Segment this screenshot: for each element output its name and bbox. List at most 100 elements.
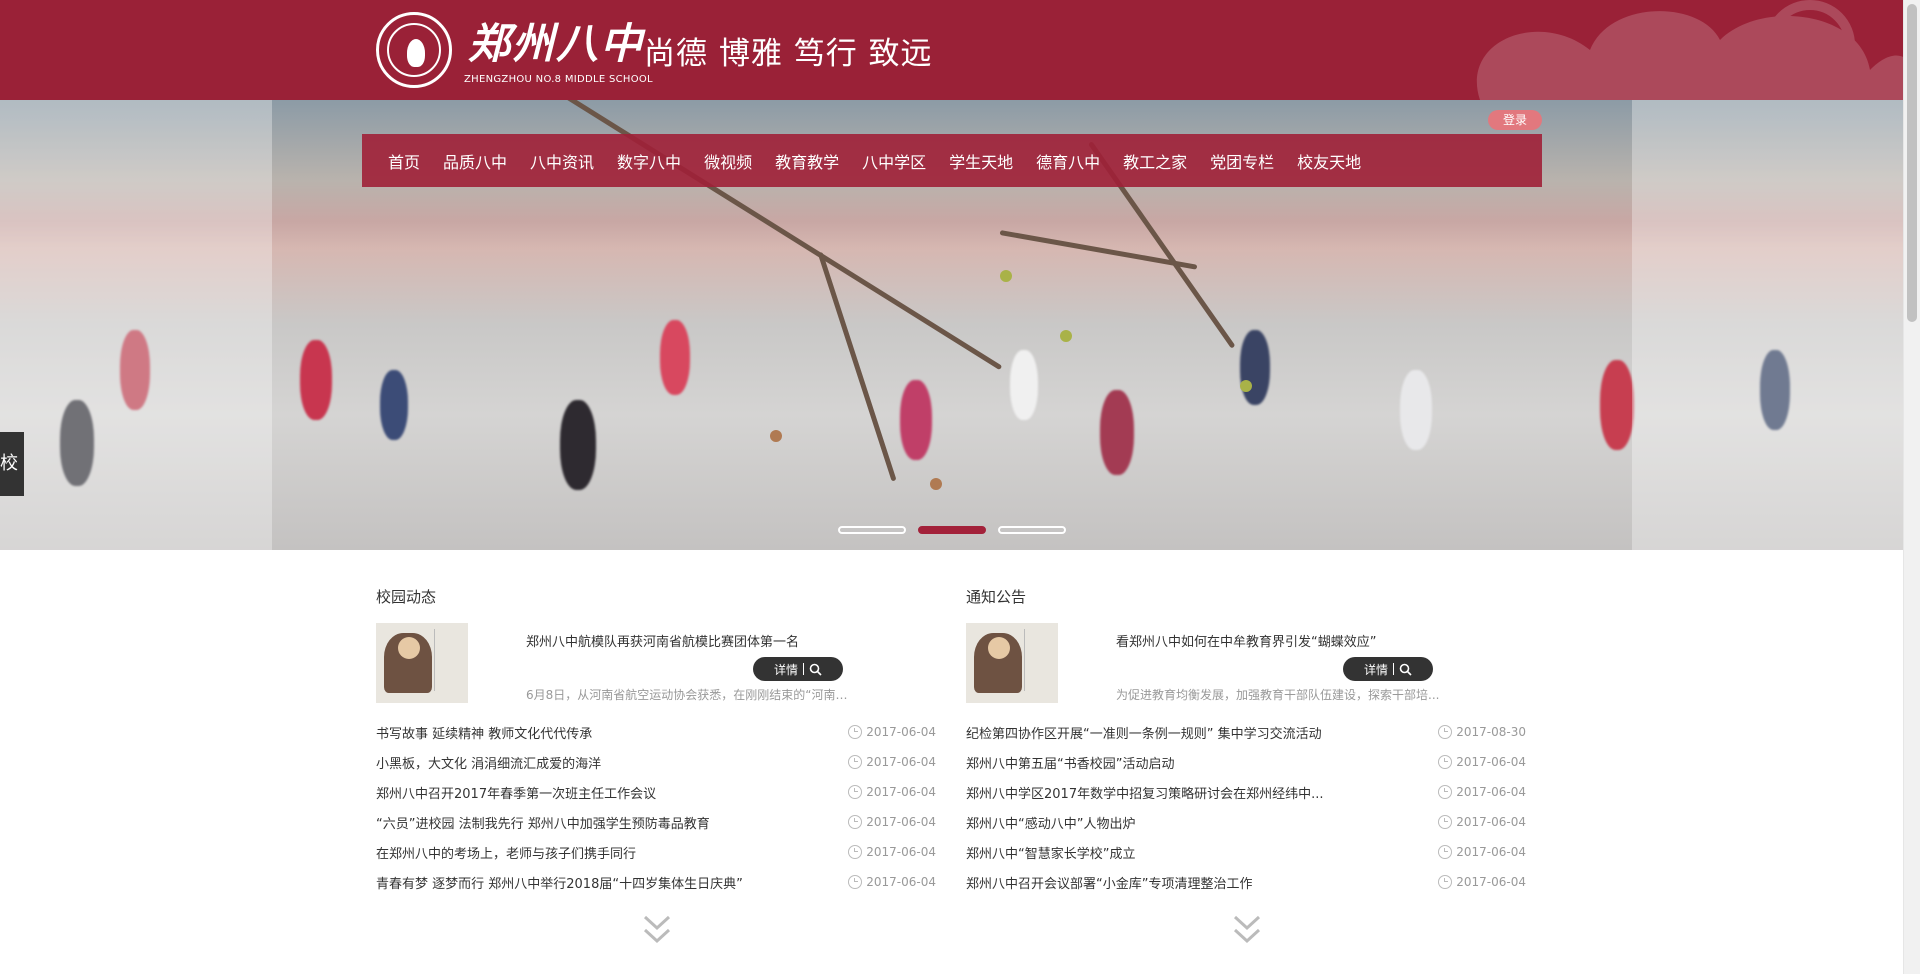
list-item-title[interactable]: 郑州八中“感动八中”人物出炉 bbox=[966, 813, 1456, 832]
thumbnail-text-block bbox=[1024, 629, 1052, 691]
list-item[interactable]: 郑州八中召开会议部署“小金库”专项清理整治工作 2017-06-04 bbox=[966, 867, 1526, 897]
date-text: 2017-06-04 bbox=[866, 725, 936, 739]
clock-icon bbox=[848, 755, 863, 769]
scrollbar-thumb[interactable] bbox=[1907, 4, 1917, 322]
list-item-date: 2017-08-30 bbox=[1438, 725, 1526, 739]
detail-label: 详情 bbox=[1363, 662, 1388, 677]
branch-bud bbox=[930, 478, 942, 490]
branch-bud bbox=[1060, 330, 1072, 342]
crowd-figure bbox=[380, 370, 408, 440]
date-text: 2017-06-04 bbox=[866, 845, 936, 859]
list-item[interactable]: 郑州八中“智慧家长学校”成立 2017-06-04 bbox=[966, 837, 1526, 867]
list-item-title[interactable]: 郑州八中召开2017年春季第一次班主任工作会议 bbox=[376, 783, 866, 802]
side-float-tab[interactable]: 校 bbox=[0, 432, 24, 496]
date-text: 2017-06-04 bbox=[1456, 785, 1526, 799]
carousel-dot[interactable] bbox=[998, 526, 1066, 534]
nav-item-quality[interactable]: 品质八中 bbox=[443, 149, 507, 173]
crowd-figure bbox=[1240, 330, 1270, 405]
campus-news-section: 校园动态 郑州八中航模队再获河南省航模比赛团体第一名 详情 6月8日，从河南省航… bbox=[376, 586, 936, 897]
notice-thumbnail[interactable] bbox=[966, 623, 1058, 703]
list-item-title[interactable]: 郑州八中“智慧家长学校”成立 bbox=[966, 843, 1456, 862]
list-item-date: 2017-06-04 bbox=[1438, 785, 1526, 799]
nav-item-home[interactable]: 首页 bbox=[388, 149, 420, 173]
crowd-figure bbox=[1400, 370, 1432, 450]
news-thumbnail[interactable] bbox=[376, 623, 468, 703]
clock-icon bbox=[1438, 785, 1453, 799]
nav-item-moral[interactable]: 德育八中 bbox=[1036, 149, 1100, 173]
crowd-figure bbox=[660, 320, 690, 395]
detail-button[interactable]: 详情 bbox=[753, 657, 843, 681]
date-text: 2017-08-30 bbox=[1456, 725, 1526, 739]
page-scrollbar[interactable] bbox=[1903, 0, 1920, 974]
tree-branch bbox=[817, 251, 897, 482]
clock-icon bbox=[848, 815, 863, 829]
list-item-date: 2017-06-04 bbox=[1438, 845, 1526, 859]
clock-icon bbox=[848, 875, 863, 889]
chevron-double-down-icon[interactable] bbox=[642, 913, 672, 947]
featured-notice-title[interactable]: 看郑州八中如何在中牟教育界引发“蝴蝶效应” bbox=[1116, 631, 1376, 650]
list-item-title[interactable]: 小黑板，大文化 涓涓细流汇成爱的海洋 bbox=[376, 753, 866, 772]
featured-notice: 看郑州八中如何在中牟教育界引发“蝴蝶效应” 详情 为促进教育均衡发展，加强教育干… bbox=[966, 623, 1526, 705]
list-item[interactable]: 郑州八中学区2017年数学中招复习策略研讨会在郑州经纬中... 2017-06-0… bbox=[966, 777, 1526, 807]
date-text: 2017-06-04 bbox=[1456, 755, 1526, 769]
list-item[interactable]: 书写故事 延续精神 教师文化代代传承 2017-06-04 bbox=[376, 717, 936, 747]
carousel-next-slide-preview[interactable] bbox=[1632, 100, 1920, 550]
list-item-title[interactable]: “六员”进校园 法制我先行 郑州八中加强学生预防毒品教育 bbox=[376, 813, 866, 832]
clock-icon bbox=[1438, 815, 1453, 829]
school-seal-icon[interactable] bbox=[376, 12, 452, 88]
list-item-title[interactable]: 青春有梦 逐梦而行 郑州八中举行2018届“十四岁集体生日庆典” bbox=[376, 873, 866, 892]
featured-news-title[interactable]: 郑州八中航模队再获河南省航模比赛团体第一名 bbox=[526, 631, 799, 650]
featured-notice-summary: 为促进教育均衡发展，加强教育干部队伍建设，探索干部培... bbox=[1116, 688, 1440, 702]
list-item[interactable]: 小黑板，大文化 涓涓细流汇成爱的海洋 2017-06-04 bbox=[376, 747, 936, 777]
carousel-indicators bbox=[838, 526, 1066, 534]
clock-icon bbox=[1438, 725, 1453, 739]
thumbnail-face bbox=[988, 637, 1010, 659]
list-item-date: 2017-06-04 bbox=[1438, 755, 1526, 769]
nav-item-staff[interactable]: 教工之家 bbox=[1123, 149, 1187, 173]
date-text: 2017-06-04 bbox=[866, 785, 936, 799]
carousel-prev-slide-preview[interactable] bbox=[0, 100, 272, 550]
list-item-title[interactable]: 郑州八中召开会议部署“小金库”专项清理整治工作 bbox=[966, 873, 1456, 892]
featured-news: 郑州八中航模队再获河南省航模比赛团体第一名 详情 6月8日，从河南省航空运动协会… bbox=[376, 623, 936, 705]
detail-label: 详情 bbox=[773, 662, 798, 677]
list-item-title[interactable]: 在郑州八中的考场上，老师与孩子们携手同行 bbox=[376, 843, 866, 862]
school-name-logo[interactable]: 郑州八中 bbox=[468, 10, 644, 71]
crowd-figure bbox=[560, 400, 596, 490]
date-text: 2017-06-04 bbox=[1456, 875, 1526, 889]
list-item-title[interactable]: 纪检第四协作区开展“一准则一条例一规则” 集中学习交流活动 bbox=[966, 723, 1456, 742]
nav-item-teaching[interactable]: 教育教学 bbox=[775, 149, 839, 173]
seal-ring bbox=[387, 23, 441, 77]
nav-item-news[interactable]: 八中资讯 bbox=[530, 149, 594, 173]
nav-item-students[interactable]: 学生天地 bbox=[949, 149, 1013, 173]
nav-item-video[interactable]: 微视频 bbox=[704, 149, 752, 173]
list-item[interactable]: 青春有梦 逐梦而行 郑州八中举行2018届“十四岁集体生日庆典” 2017-06-… bbox=[376, 867, 936, 897]
list-item[interactable]: “六员”进校园 法制我先行 郑州八中加强学生预防毒品教育 2017-06-04 bbox=[376, 807, 936, 837]
list-item[interactable]: 纪检第四协作区开展“一准则一条例一规则” 集中学习交流活动 2017-08-30 bbox=[966, 717, 1526, 747]
nav-item-district[interactable]: 八中学区 bbox=[862, 149, 926, 173]
nav-item-digital[interactable]: 数字八中 bbox=[617, 149, 681, 173]
site-header: 郑州八中 ZHENGZHOU NO.8 MIDDLE SCHOOL 尚德 博雅 … bbox=[0, 0, 1920, 100]
notice-list: 纪检第四协作区开展“一准则一条例一规则” 集中学习交流活动 2017-08-30 … bbox=[966, 717, 1526, 897]
carousel-dot-active[interactable] bbox=[918, 526, 986, 534]
nav-item-alumni[interactable]: 校友天地 bbox=[1297, 149, 1361, 173]
list-item-title[interactable]: 郑州八中学区2017年数学中招复习策略研讨会在郑州经纬中... bbox=[966, 783, 1456, 802]
carousel-dot[interactable] bbox=[838, 526, 906, 534]
nav-item-party[interactable]: 党团专栏 bbox=[1210, 149, 1274, 173]
list-item[interactable]: 郑州八中第五届“书香校园”活动启动 2017-06-04 bbox=[966, 747, 1526, 777]
crowd-figure bbox=[1010, 350, 1038, 420]
list-item[interactable]: 郑州八中召开2017年春季第一次班主任工作会议 2017-06-04 bbox=[376, 777, 936, 807]
thumbnail-face bbox=[398, 637, 420, 659]
list-item[interactable]: 郑州八中“感动八中”人物出炉 2017-06-04 bbox=[966, 807, 1526, 837]
search-icon bbox=[1399, 663, 1412, 676]
chevron-double-down-icon[interactable] bbox=[1232, 913, 1262, 947]
clock-icon bbox=[848, 845, 863, 859]
detail-button[interactable]: 详情 bbox=[1343, 657, 1433, 681]
list-item[interactable]: 在郑州八中的考场上，老师与孩子们携手同行 2017-06-04 bbox=[376, 837, 936, 867]
section-title: 通知公告 bbox=[966, 588, 1027, 606]
list-item-title[interactable]: 郑州八中第五届“书香校园”活动启动 bbox=[966, 753, 1456, 772]
list-item-title[interactable]: 书写故事 延续精神 教师文化代代传承 bbox=[376, 723, 866, 742]
list-item-date: 2017-06-04 bbox=[848, 815, 936, 829]
branch-bud bbox=[1240, 380, 1252, 392]
login-button[interactable]: 登录 bbox=[1488, 110, 1542, 130]
homepage: 郑州八中 ZHENGZHOU NO.8 MIDDLE SCHOOL 尚德 博雅 … bbox=[0, 0, 1920, 974]
